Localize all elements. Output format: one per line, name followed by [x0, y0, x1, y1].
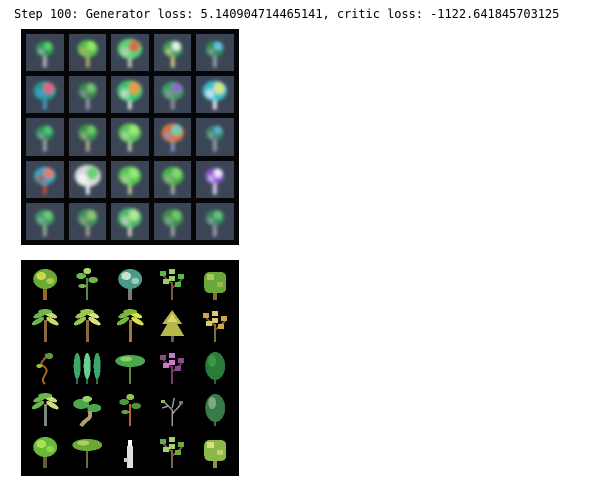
generated-sample-11 — [26, 118, 64, 156]
real-sample-13 — [109, 348, 151, 388]
real-sample-14 — [152, 348, 193, 388]
real-sample-2 — [67, 264, 108, 304]
real-sample-7 — [67, 306, 108, 346]
generated-sample-6 — [26, 76, 64, 114]
real-sample-19 — [152, 390, 193, 430]
generated-sample-23 — [111, 202, 149, 240]
real-sample-1 — [25, 264, 66, 304]
real-sample-23 — [109, 432, 151, 472]
real-samples-grid — [21, 260, 239, 476]
generated-sample-14 — [153, 118, 192, 156]
generated-sample-5 — [196, 34, 234, 72]
real-sample-18 — [109, 390, 151, 430]
generated-sample-4 — [153, 34, 192, 72]
generated-sample-16 — [26, 160, 64, 198]
generated-sample-25 — [196, 202, 234, 240]
real-sample-17 — [67, 390, 108, 430]
generated-sample-21 — [26, 202, 64, 240]
real-sample-15 — [194, 348, 235, 388]
generated-sample-24 — [153, 202, 192, 240]
generated-sample-17 — [68, 160, 107, 198]
generated-sample-22 — [68, 202, 107, 240]
generated-sample-20 — [196, 160, 234, 198]
generated-sample-13 — [111, 118, 149, 156]
real-sample-6 — [25, 306, 66, 346]
generated-sample-9 — [153, 76, 192, 114]
real-sample-8 — [109, 306, 151, 346]
real-sample-25 — [194, 432, 235, 472]
real-sample-11 — [25, 348, 66, 388]
real-sample-20 — [194, 390, 235, 430]
generated-sample-2 — [68, 34, 107, 72]
generated-samples-grid — [21, 29, 239, 245]
generated-sample-12 — [68, 118, 107, 156]
real-sample-21 — [25, 432, 66, 472]
generated-sample-10 — [196, 76, 234, 114]
generated-sample-8 — [111, 76, 149, 114]
generated-sample-7 — [68, 76, 107, 114]
real-sample-9 — [152, 306, 193, 346]
real-sample-10 — [194, 306, 235, 346]
generated-sample-3 — [111, 34, 149, 72]
real-sample-12 — [67, 348, 108, 388]
generated-sample-18 — [111, 160, 149, 198]
real-sample-3 — [109, 264, 151, 304]
training-log-line: Step 100: Generator loss: 5.140904714465… — [14, 7, 560, 21]
real-sample-24 — [152, 432, 193, 472]
real-sample-4 — [152, 264, 193, 304]
real-sample-5 — [194, 264, 235, 304]
generated-sample-1 — [26, 34, 64, 72]
real-sample-16 — [25, 390, 66, 430]
generated-sample-15 — [196, 118, 234, 156]
real-sample-22 — [67, 432, 108, 472]
generated-sample-19 — [153, 160, 192, 198]
